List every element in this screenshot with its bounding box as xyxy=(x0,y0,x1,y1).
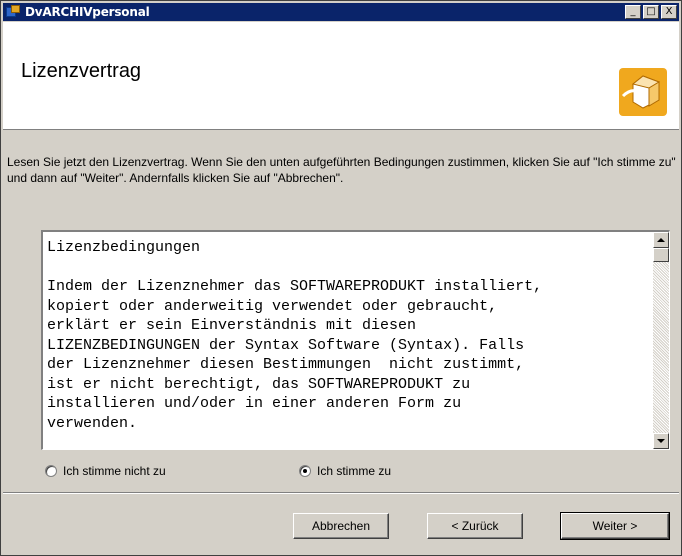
radio-disagree-circle[interactable] xyxy=(45,465,57,477)
installer-box-icon xyxy=(619,68,667,116)
window-title: DvARCHIVpersonal xyxy=(25,5,150,19)
radio-agree-circle[interactable] xyxy=(299,465,311,477)
scroll-down-button[interactable] xyxy=(653,433,669,449)
back-button[interactable]: < Zurück xyxy=(427,513,523,539)
license-textbox[interactable]: Lizenzbedingungen Indem der Lizenznehmer… xyxy=(41,230,670,450)
close-button[interactable]: X xyxy=(661,5,677,19)
arrow-up-icon xyxy=(657,238,665,242)
radio-agree[interactable]: Ich stimme zu xyxy=(299,464,391,478)
intro-text: Lesen Sie jetzt den Lizenzvertrag. Wenn … xyxy=(7,155,676,185)
scroll-thumb[interactable] xyxy=(653,248,669,262)
maximize-button[interactable]: □ xyxy=(643,5,659,19)
radio-selected-dot xyxy=(303,469,307,473)
radio-agree-label: Ich stimme zu xyxy=(317,464,392,478)
app-icon xyxy=(5,5,21,19)
cancel-button[interactable]: Abbrechen xyxy=(293,513,389,539)
minimize-button[interactable]: _ xyxy=(625,5,641,19)
installer-window: DvARCHIVpersonal _ □ X Lizenzvertrag Les… xyxy=(0,0,682,556)
window-controls: _ □ X xyxy=(625,5,677,19)
footer-divider-highlight xyxy=(3,493,679,494)
license-text: Lizenzbedingungen Indem der Lizenznehmer… xyxy=(47,239,543,432)
next-button[interactable]: Weiter > xyxy=(560,512,670,540)
scroll-up-button[interactable] xyxy=(653,232,669,248)
arrow-down-icon xyxy=(657,439,665,443)
page-title: Lizenzvertrag xyxy=(21,60,142,82)
radio-disagree-label: Ich stimme nicht zu xyxy=(63,464,166,478)
radio-disagree[interactable]: Ich stimme nicht zu xyxy=(45,464,166,478)
header-banner: Lizenzvertrag xyxy=(3,22,679,130)
license-scrollbar[interactable] xyxy=(653,232,669,449)
title-bar[interactable]: DvARCHIVpersonal _ □ X xyxy=(3,3,679,21)
